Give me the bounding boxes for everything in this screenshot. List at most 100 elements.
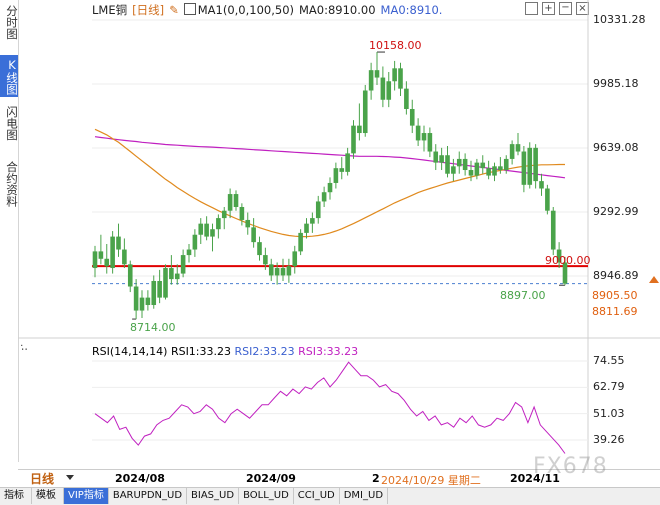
candle-body: [468, 170, 474, 176]
candle-body: [503, 158, 509, 171]
rsi-legend: RSI(14,14,14) RSI1:33.23 RSI2:33.23 RSI3…: [92, 345, 358, 358]
candle-body: [404, 88, 409, 109]
candle-body: [292, 251, 298, 267]
candle-body: [545, 188, 550, 211]
candle-body: [127, 264, 133, 287]
candle-body: [257, 242, 262, 256]
candle-body: [180, 255, 186, 274]
current-price-box: 8905.50: [592, 289, 638, 302]
candle-body: [515, 144, 521, 152]
candle-body: [174, 273, 180, 280]
candle-body: [157, 280, 162, 298]
candle-body: [133, 286, 139, 311]
rsi3-value: RSI3:33.23: [298, 345, 359, 358]
candle-body: [415, 125, 421, 141]
candle-body: [110, 236, 115, 269]
candle-body: [398, 68, 403, 89]
price-tick-label: 10331.28: [593, 13, 646, 26]
candle-body: [421, 133, 427, 141]
high-annotation: 10158.00: [369, 39, 422, 52]
candle-body: [492, 166, 497, 176]
candle-body: [298, 232, 303, 252]
period-dropdown-icon[interactable]: [66, 475, 74, 480]
candle-body: [462, 158, 468, 171]
watermark: FX678: [533, 454, 608, 479]
price-chart[interactable]: [0, 0, 660, 470]
candle-body: [451, 166, 456, 174]
candle-body: [357, 125, 362, 134]
candle-body: [310, 218, 315, 224]
tab-indicators[interactable]: 指标: [0, 488, 32, 504]
x-tick-1: 2024/08: [115, 472, 165, 485]
candle-body: [480, 162, 486, 169]
candle-body: [550, 210, 556, 250]
rsi-tick-label: 51.03: [593, 406, 625, 420]
candle-body: [333, 168, 339, 183]
ma-price-box: 8811.69: [592, 305, 638, 318]
rsi-tick-label: 62.79: [593, 380, 625, 394]
candle-body: [374, 70, 380, 78]
candle-body: [362, 90, 368, 134]
candle-body: [339, 168, 345, 172]
candle-body: [345, 153, 350, 172]
candle-body: [486, 168, 491, 176]
candle-body: [409, 108, 415, 126]
candle-body: [251, 227, 256, 243]
hline-label: 9000.00: [545, 254, 591, 267]
period-button[interactable]: 日线: [30, 470, 54, 487]
candle-body: [139, 297, 145, 311]
candle-body: [192, 234, 198, 250]
tab-barupdn[interactable]: BARUPDN_UD: [109, 488, 188, 504]
tab-bias[interactable]: BIAS_UD: [187, 488, 240, 504]
candle-body: [280, 268, 286, 276]
candle-body: [321, 192, 327, 202]
tab-boll[interactable]: BOLL_UD: [239, 488, 294, 504]
candle-body: [116, 236, 121, 250]
x-tick-3: 2: [372, 472, 380, 485]
candle-body: [221, 210, 227, 219]
candle-body: [227, 194, 233, 211]
candle-body: [186, 249, 192, 256]
candle-body: [104, 258, 110, 267]
app-window: 分时图 K线图 闪电图 合约资料 LME铜 [日线] ✎ MA1(0,0,100,50…: [0, 0, 660, 505]
rsi1-value: RSI1:33.23: [170, 345, 232, 358]
candle-body: [263, 255, 268, 265]
candle-body: [98, 251, 104, 259]
candle-body: [210, 229, 215, 237]
candle-body: [392, 68, 397, 82]
tab-cci[interactable]: CCI_UD: [294, 488, 340, 504]
last-low-annotation: 8897.00: [500, 289, 546, 302]
crosshair-date: 2024/10/29 星期二: [381, 474, 481, 487]
price-tick-label: 9292.99: [593, 204, 639, 218]
candle-body: [380, 77, 386, 100]
price-tick-label: 8946.89: [593, 269, 639, 282]
price-marker-icon: [649, 276, 659, 283]
indicator-tab-bar: 指标 模板 VIP指标 BARUPDN_UD BIAS_UD BOLL_UD CCI_UD D…: [0, 487, 660, 505]
low-annotation: 8714.00: [130, 321, 176, 334]
candle-body: [92, 251, 98, 269]
candle-body: [386, 81, 392, 100]
candle-body: [204, 223, 209, 237]
candle-body: [509, 144, 515, 159]
candle-body: [327, 182, 333, 193]
tab-templates[interactable]: 模板: [32, 488, 64, 504]
rsi2-value: RSI2:33.23: [234, 345, 295, 358]
candle-body: [521, 151, 527, 185]
candle-body: [456, 158, 462, 167]
tab-vip-indicators[interactable]: VIP指标: [64, 488, 109, 504]
candle-body: [304, 223, 309, 233]
candle-body: [351, 125, 356, 154]
candle-body: [474, 162, 480, 176]
candle-body: [151, 280, 157, 306]
candle-body: [427, 133, 433, 152]
candle-body: [433, 151, 439, 163]
tab-dmi[interactable]: DMI_UD: [340, 488, 389, 504]
candle-body: [145, 297, 151, 306]
collapse-icon[interactable]: ⋅̇⋅: [21, 343, 28, 356]
rsi-tick-label: 74.55: [593, 354, 625, 367]
candle-body: [216, 218, 221, 230]
candle-body: [268, 264, 274, 276]
candle-body: [122, 249, 127, 265]
candle-body: [315, 201, 321, 219]
candle-body: [527, 147, 533, 185]
